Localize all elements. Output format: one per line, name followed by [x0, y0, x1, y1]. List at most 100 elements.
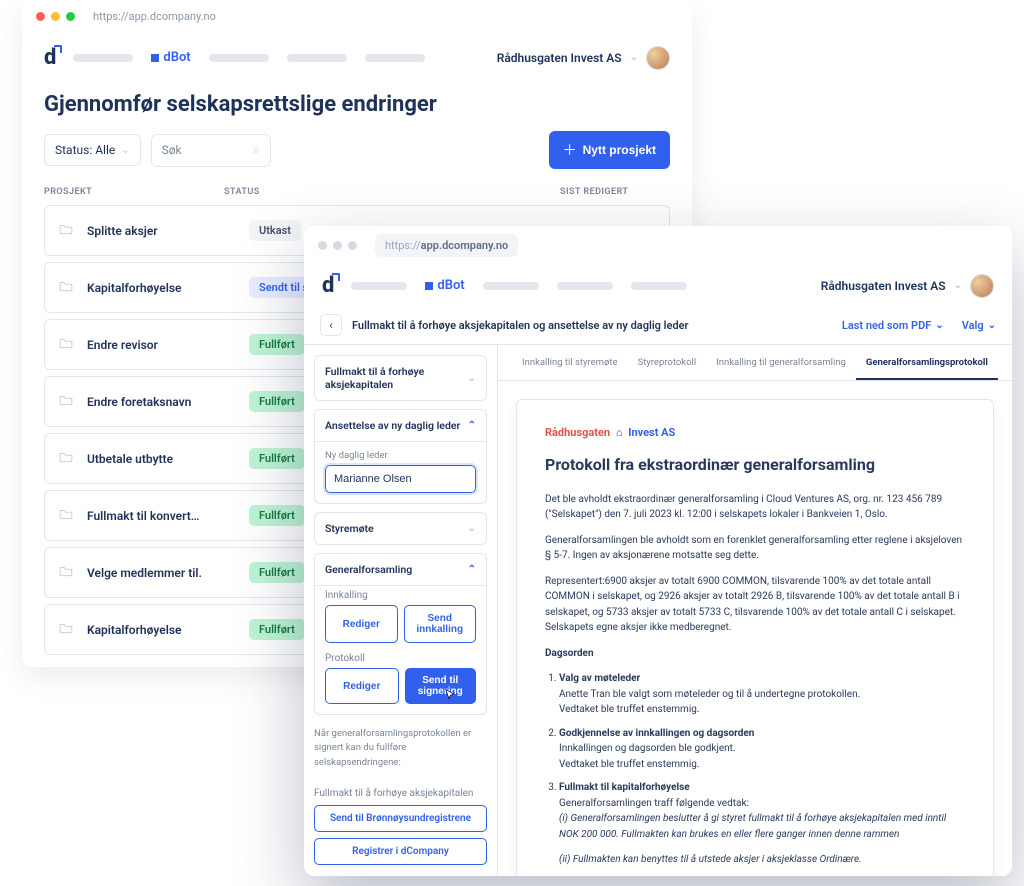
nav-dbot[interactable]: dBot	[151, 50, 190, 65]
status-badge: Fullført	[249, 391, 305, 412]
new-project-button[interactable]: ＋ Nytt prosjekt	[549, 131, 670, 169]
project-name: Endre revisor	[87, 338, 235, 352]
project-name: Kapitalforhøyelse	[87, 281, 235, 295]
search-placeholder: Søk	[162, 143, 182, 157]
rediger-button[interactable]: Rediger	[325, 605, 398, 643]
status-badge: Fullført	[249, 505, 305, 526]
tab[interactable]: Styreprotokoll	[628, 345, 707, 380]
front-window: https://app.dcompany.no d dBot Rådhusgat…	[304, 226, 1012, 876]
document-paper: Rådhusgaten ⌂ Invest AS Protokoll fra ek…	[516, 399, 994, 876]
search-input[interactable]: Søk ⌕	[151, 134, 271, 167]
project-name: Fullmakt til konvert…	[87, 509, 235, 523]
top-nav-front: d dBot Rådhusgaten Invest AS ⌄	[304, 265, 1012, 306]
folder-icon	[59, 337, 73, 353]
back-button[interactable]: ‹	[320, 314, 342, 336]
nav-placeholder	[209, 54, 269, 62]
rediger-protokoll-button[interactable]: Rediger	[325, 668, 399, 704]
tab[interactable]: Generalforsamlingsprotokoll	[856, 345, 998, 380]
document-area: Innkalling til styremøteStyreprotokollIn…	[498, 345, 1012, 876]
nav-placeholder	[365, 54, 425, 62]
org-name: Rådhusgaten Invest AS	[821, 279, 946, 293]
document-org: Rådhusgaten ⌂ Invest AS	[545, 424, 965, 441]
top-nav: d dBot Rådhusgaten Invest AS ⌄	[22, 33, 692, 82]
logo[interactable]: d	[322, 273, 333, 298]
project-name: Endre foretaksnavn	[87, 395, 235, 409]
nav-placeholder	[287, 54, 347, 62]
chevron-down-icon: ⌄	[121, 145, 129, 156]
traffic-lights	[318, 241, 357, 250]
folder-icon	[59, 223, 73, 239]
titlebar-front: https://app.dcompany.no	[304, 226, 1012, 265]
folder-icon	[59, 451, 73, 467]
send-innkalling-button[interactable]: Send innkalling	[404, 605, 477, 643]
accordion-generalforsamling: Generalforsamling⌃ Innkalling Rediger Se…	[314, 553, 487, 715]
register-dcompany-button[interactable]: Registrer i dCompany	[314, 838, 487, 865]
folder-icon	[59, 508, 73, 524]
avatar[interactable]	[970, 274, 994, 298]
project-name: Utbetale utbytte	[87, 452, 235, 466]
folder-icon	[59, 280, 73, 296]
org-name: Rådhusgaten Invest AS	[497, 51, 622, 65]
status-badge: Fullført	[249, 448, 305, 469]
send-brreg-button[interactable]: Send til Brønnøysundregistrene	[314, 805, 487, 832]
options-dropdown[interactable]: Valg ⌄	[962, 319, 996, 332]
traffic-lights	[36, 12, 75, 21]
accordion-toggle[interactable]: Ansettelse av ny daglig leder⌃	[315, 410, 486, 441]
col-last-edited: SIST REDIGERT	[560, 187, 670, 197]
subheader: ‹ Fullmakt til å forhøye aksjekapitalen …	[304, 306, 1012, 345]
plus-icon: ＋	[563, 140, 577, 160]
status-badge: Fullført	[249, 562, 305, 583]
cursor-icon	[443, 688, 459, 704]
chevron-up-icon: ⌃	[468, 420, 476, 431]
download-pdf-button[interactable]: Last ned som PDF ⌄	[842, 319, 944, 332]
document-paragraph: Det ble avholdt ekstraordinær generalfor…	[545, 492, 965, 523]
document-paragraph: Generalforsamlingen ble avholdt som en f…	[545, 533, 965, 564]
columns-header: PROSJEKT STATUS SIST REDIGERT	[22, 169, 692, 205]
chevron-up-icon: ⌃	[468, 564, 476, 575]
daglig-leder-input[interactable]	[325, 465, 476, 493]
project-name: Splitte aksjer	[87, 224, 235, 238]
side-note: Når generalforsamlingsprotokollen er sig…	[314, 727, 487, 770]
tab[interactable]: Innkalling til styremøte	[512, 345, 628, 380]
status-filter[interactable]: Status: Alle ⌄	[44, 134, 141, 166]
project-name: Kapitalforhøyelse	[87, 623, 235, 637]
search-icon: ⌕	[253, 143, 260, 158]
nav-placeholder	[73, 54, 133, 62]
agenda-list: Valg av møtelederAnette Tran ble valgt s…	[559, 671, 965, 876]
section-label: Innkalling	[325, 590, 476, 601]
col-project: PROSJEKT	[44, 187, 224, 197]
section-label: Protokoll	[325, 653, 476, 664]
field-label: Ny daglig leder	[325, 450, 476, 461]
page-title: Gjennomfør selskapsrettslige endringer	[44, 92, 670, 117]
org-selector[interactable]: Rådhusgaten Invest AS ⌄	[497, 46, 670, 70]
chevron-down-icon: ⌄	[630, 52, 638, 63]
url: https://app.dcompany.no	[375, 234, 518, 257]
titlebar: https://app.dcompany.no	[22, 0, 692, 33]
folder-icon	[59, 394, 73, 410]
chevron-down-icon: ⌄	[468, 373, 476, 384]
chevron-down-icon: ⌄	[468, 523, 476, 534]
avatar[interactable]	[646, 46, 670, 70]
nav-placeholder	[557, 282, 613, 290]
breadcrumb: Fullmakt til å forhøye aksjekapitalen og…	[352, 319, 689, 332]
document-paragraph: Representert:6900 aksjer av totalt 6900 …	[545, 574, 965, 636]
col-status: STATUS	[224, 187, 424, 197]
org-selector[interactable]: Rådhusgaten Invest AS ⌄	[821, 274, 994, 298]
accordion-fullmakt: Fullmakt til å forhøye aksjekapitalen⌄	[314, 355, 487, 401]
logo[interactable]: d	[44, 45, 55, 70]
project-name: Velge medlemmer til.	[87, 566, 235, 580]
status-badge: Fullført	[249, 334, 305, 355]
nav-dbot[interactable]: dBot	[425, 278, 464, 293]
tabs: Innkalling til styremøteStyreprotokollIn…	[498, 345, 1012, 381]
send-signering-button[interactable]: Send til signering	[405, 668, 477, 704]
accordion-toggle[interactable]: Generalforsamling⌃	[315, 554, 486, 585]
nav-placeholder	[483, 282, 539, 290]
accordion-toggle[interactable]: Styremøte⌄	[315, 513, 486, 544]
status-badge: Fullført	[249, 619, 305, 640]
accordion-toggle[interactable]: Fullmakt til å forhøye aksjekapitalen⌄	[315, 356, 486, 400]
document-title: Protokoll fra ekstraordinær generalforsa…	[545, 453, 965, 478]
url: https://app.dcompany.no	[93, 10, 216, 23]
tab[interactable]: Innkalling til generalforsamling	[706, 345, 856, 380]
side-panel: Fullmakt til å forhøye aksjekapitalen⌄ A…	[304, 345, 498, 876]
block-title: Fullmakt til å forhøye aksjekapitalen	[314, 788, 487, 799]
